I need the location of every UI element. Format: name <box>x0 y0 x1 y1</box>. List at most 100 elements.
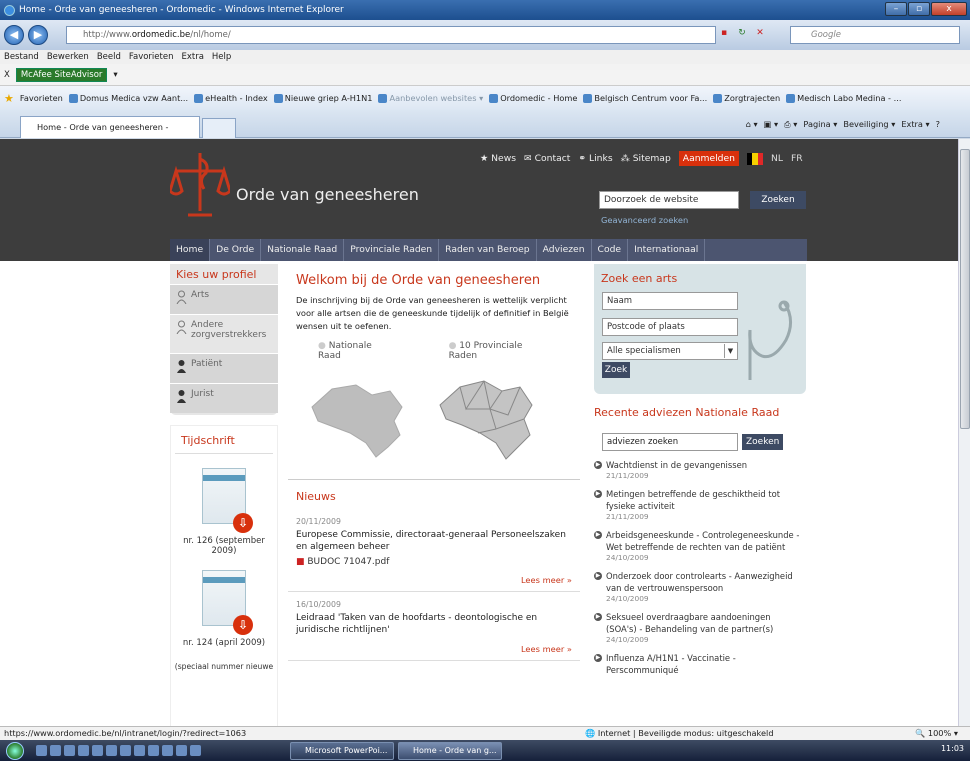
links-link[interactable]: ⚭ Links <box>578 153 612 164</box>
quicklaunch-icon[interactable] <box>106 745 117 756</box>
magazine-cover[interactable]: ⇩ <box>202 570 253 635</box>
nav-home[interactable]: Home <box>170 239 211 261</box>
quicklaunch-icon[interactable] <box>92 745 103 756</box>
nav-provinciale-raden[interactable]: Provinciale Raden <box>344 239 440 261</box>
browser-search-input[interactable]: Google <box>790 26 960 44</box>
read-more-link[interactable]: Lees meer » <box>296 567 572 587</box>
belgium-map[interactable] <box>310 383 404 459</box>
read-more-link[interactable]: Lees meer » <box>296 636 572 656</box>
nav-de-orde[interactable]: De Orde <box>210 239 262 261</box>
mcafee-button[interactable]: McAfee SiteAdvisor <box>15 67 108 82</box>
maximize-button[interactable]: ▫ <box>908 2 930 16</box>
fav-item[interactable]: Ordomedic - Home <box>489 93 577 103</box>
menu-help[interactable]: Help <box>212 50 231 64</box>
close-button[interactable]: x <box>931 2 967 16</box>
find-doctor-button[interactable]: Zoek <box>602 362 630 378</box>
advice-item[interactable]: ▶ Arbeidsgeneeskunde - Controlegeneeskund… <box>594 529 806 562</box>
quicklaunch-icon[interactable] <box>148 745 159 756</box>
address-input[interactable]: http://www.ordomedic.be/nl/home/ <box>66 26 716 44</box>
nav-code[interactable]: Code <box>592 239 629 261</box>
feeds-icon[interactable]: ▣ ▾ <box>764 119 778 130</box>
advice-item[interactable]: ▶ Wachtdienst in de gevangenissen 21/11/20… <box>594 459 806 480</box>
specialism-select[interactable]: Alle specialismen ▼ <box>602 342 738 360</box>
profile-arts[interactable]: Arts <box>170 284 278 314</box>
menu-bestand[interactable]: Bestand <box>4 50 39 64</box>
advice-item[interactable]: ▶ Metingen betreffende de geschiktheid to… <box>594 488 806 521</box>
nav-internationaal[interactable]: Internationaal <box>628 239 706 261</box>
stop-icon[interactable]: ✕ <box>753 26 767 40</box>
advice-search-input[interactable]: adviezen zoeken <box>602 433 738 451</box>
extra-menu[interactable]: Extra ▾ <box>901 119 929 130</box>
download-icon[interactable]: ⇩ <box>233 615 253 635</box>
quicklaunch-icon[interactable] <box>190 745 201 756</box>
start-button[interactable] <box>0 740 30 761</box>
nav-nationale-raad[interactable]: Nationale Raad <box>261 239 345 261</box>
menu-beeld[interactable]: Beeld <box>97 50 121 64</box>
home-icon[interactable]: ⌂ ▾ <box>746 119 758 130</box>
advice-item[interactable]: ▶ Influenza A/H1N1 - Vaccinatie - Perscom… <box>594 652 806 676</box>
menu-bewerken[interactable]: Bewerken <box>47 50 89 64</box>
browser-tab-active[interactable]: Home - Orde van geneesheren - Ordomedic <box>20 116 200 152</box>
taskbar-powerpoint[interactable]: Microsoft PowerPoi... <box>290 742 394 760</box>
menu-extra[interactable]: Extra <box>181 50 203 64</box>
zoom-level[interactable]: 🔍 100% ▾ <box>915 727 958 740</box>
favorites-star-icon[interactable]: ★ <box>4 92 14 105</box>
security-menu[interactable]: Beveiliging ▾ <box>843 119 895 130</box>
advice-title[interactable]: Metingen betreffende de geschiktheid tot… <box>606 488 800 512</box>
advanced-search-link[interactable]: Geavanceerd zoeken <box>601 215 688 225</box>
scrollbar-thumb[interactable] <box>960 149 970 429</box>
postcode-input[interactable]: Postcode of plaats <box>602 318 738 336</box>
site-search-button[interactable]: Zoeken <box>750 191 806 209</box>
quicklaunch-icon[interactable] <box>176 745 187 756</box>
pdf-link[interactable]: BUDOC 71047.pdf <box>296 557 572 567</box>
vertical-scrollbar[interactable] <box>958 139 970 726</box>
taskbar-ie[interactable]: Home - Orde van g... <box>398 742 502 760</box>
fav-item[interactable]: Nieuwe griep A-H1N1 <box>273 93 372 103</box>
news-headline[interactable]: Leidraad 'Taken van de hoofdarts - deont… <box>296 612 572 636</box>
quicklaunch-icon[interactable] <box>50 745 61 756</box>
profile-patient[interactable]: Patiënt <box>170 353 278 383</box>
forward-button[interactable]: ▶ <box>28 25 48 45</box>
quicklaunch-icon[interactable] <box>162 745 173 756</box>
security-zone[interactable]: 🌐 Internet | Beveiligde modus: uitgescha… <box>585 727 774 740</box>
download-icon[interactable]: ⇩ <box>233 513 253 533</box>
site-search-input[interactable]: Doorzoek de website <box>599 191 739 209</box>
contact-link[interactable]: ✉ Contact <box>524 153 570 164</box>
fav-item[interactable]: Domus Medica vzw Aant... <box>68 93 188 103</box>
provinces-map[interactable] <box>438 379 534 461</box>
profile-jurist[interactable]: Jurist <box>170 383 278 413</box>
compat-icon[interactable]: ▪ <box>717 26 731 40</box>
page-menu[interactable]: Pagina ▾ <box>803 119 837 130</box>
news-headline[interactable]: Europese Commissie, directoraat-generaal… <box>296 529 572 553</box>
provinciale-raden-link[interactable]: 10 Provinciale Raden <box>449 341 550 361</box>
minimize-button[interactable]: – <box>885 2 907 16</box>
advice-title[interactable]: Wachtdienst in de gevangenissen <box>606 459 747 471</box>
login-button[interactable]: Aanmelden <box>678 151 739 166</box>
nav-adviezen[interactable]: Adviezen <box>537 239 592 261</box>
fav-item[interactable]: Zorgtrajecten <box>713 93 780 103</box>
advice-title[interactable]: Arbeidsgeneeskunde - Controlegeneeskunde… <box>606 529 800 553</box>
advice-title[interactable]: Seksueel overdraagbare aandoeningen (SOA… <box>606 611 800 635</box>
menu-favorieten[interactable]: Favorieten <box>129 50 174 64</box>
nationale-raad-link[interactable]: Nationale Raad <box>318 341 395 361</box>
name-input[interactable]: Naam <box>602 292 738 310</box>
magazine-cover[interactable]: ⇩ <box>202 468 253 533</box>
fav-item[interactable]: Belgisch Centrum voor Fa... <box>583 93 707 103</box>
chevron-down-icon[interactable]: ▼ <box>724 344 736 358</box>
lang-fr[interactable]: FR <box>791 153 803 164</box>
sitemap-link[interactable]: ⁂ Sitemap <box>621 153 671 164</box>
toolbar-close-icon[interactable]: X <box>4 70 10 80</box>
advice-title[interactable]: Onderzoek door controlearts - Aanwezighe… <box>606 570 800 594</box>
help-icon[interactable]: ? <box>936 119 940 130</box>
back-button[interactable]: ◀ <box>4 25 24 45</box>
lang-nl[interactable]: NL <box>771 153 783 164</box>
advice-item[interactable]: ▶ Seksueel overdraagbare aandoeningen (SO… <box>594 611 806 644</box>
advice-search-button[interactable]: Zoeken <box>742 434 784 450</box>
new-tab-button[interactable] <box>202 118 236 138</box>
nav-raden-van-beroep[interactable]: Raden van Beroep <box>439 239 537 261</box>
profile-zorgverstrekkers[interactable]: Andere zorgverstrekkers <box>170 314 278 353</box>
fav-item[interactable]: eHealth - Index <box>194 93 268 103</box>
quicklaunch-icon[interactable] <box>78 745 89 756</box>
magazine-caption[interactable]: nr. 126 (september 2009) <box>171 536 277 556</box>
quicklaunch-icon[interactable] <box>134 745 145 756</box>
